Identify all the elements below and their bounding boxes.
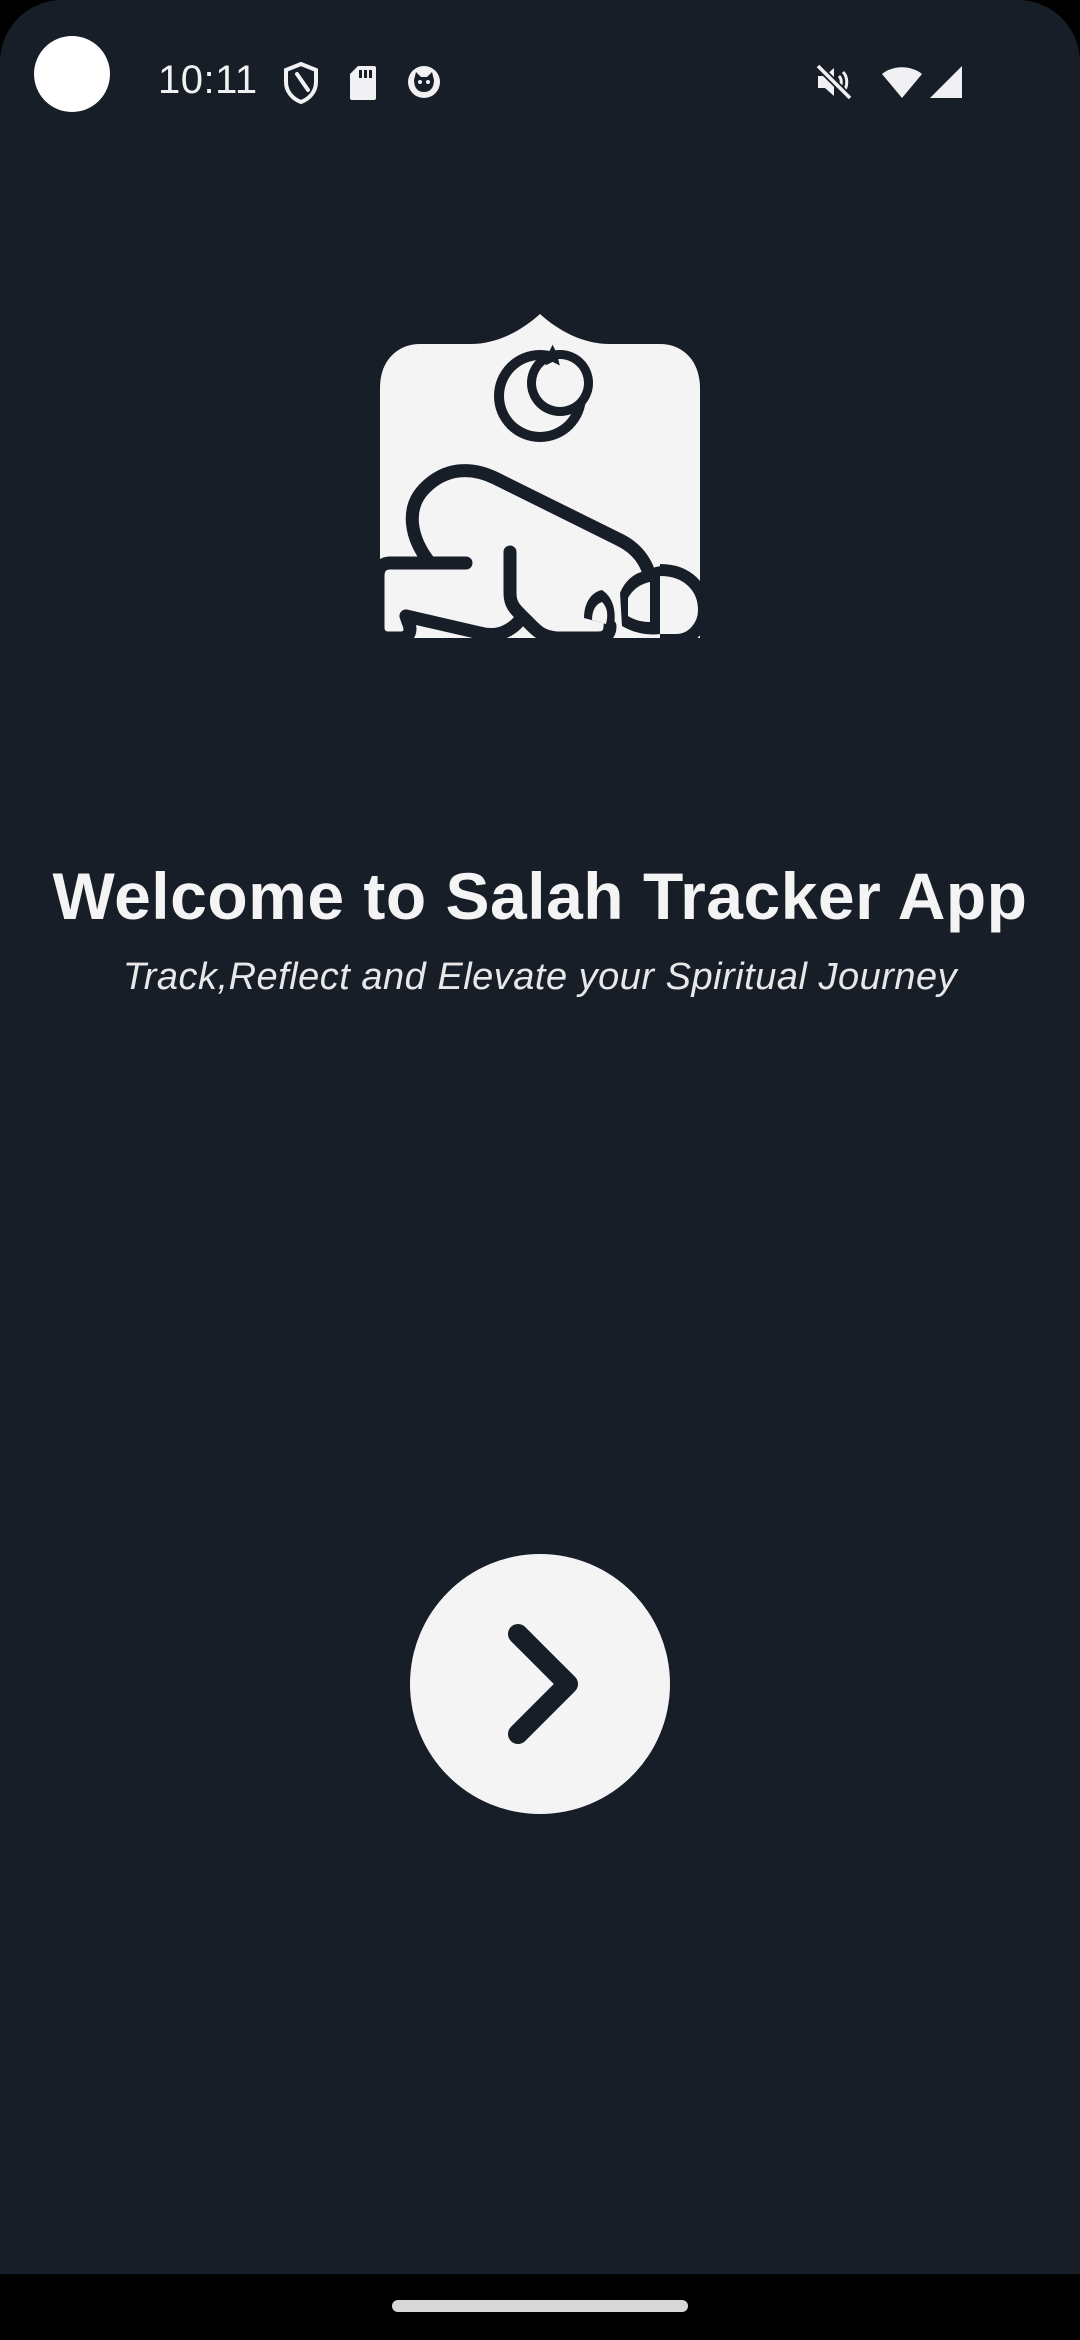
status-time: 10:11 bbox=[158, 58, 258, 102]
next-button[interactable] bbox=[410, 1554, 670, 1814]
welcome-title: Welcome to Salah Tracker App bbox=[52, 859, 1028, 933]
welcome-screen: 10:11 Welcome to Salah Tracker App Track… bbox=[0, 0, 1080, 2340]
welcome-subtitle: Track,Reflect and Elevate your Spiritual… bbox=[122, 956, 958, 998]
cell-signal-icon bbox=[930, 66, 962, 98]
home-indicator[interactable] bbox=[392, 2300, 688, 2312]
shield-icon bbox=[284, 62, 318, 104]
chevron-right-icon bbox=[508, 1624, 578, 1744]
sd-card-icon bbox=[350, 66, 376, 100]
prayer-mosque-logo-icon bbox=[371, 314, 710, 646]
wifi-icon bbox=[882, 67, 922, 98]
camera-cutout bbox=[34, 36, 110, 112]
muted-speaker-icon bbox=[815, 63, 853, 101]
cat-face-icon bbox=[408, 66, 440, 98]
status-bar: 10:11 bbox=[0, 0, 1080, 170]
